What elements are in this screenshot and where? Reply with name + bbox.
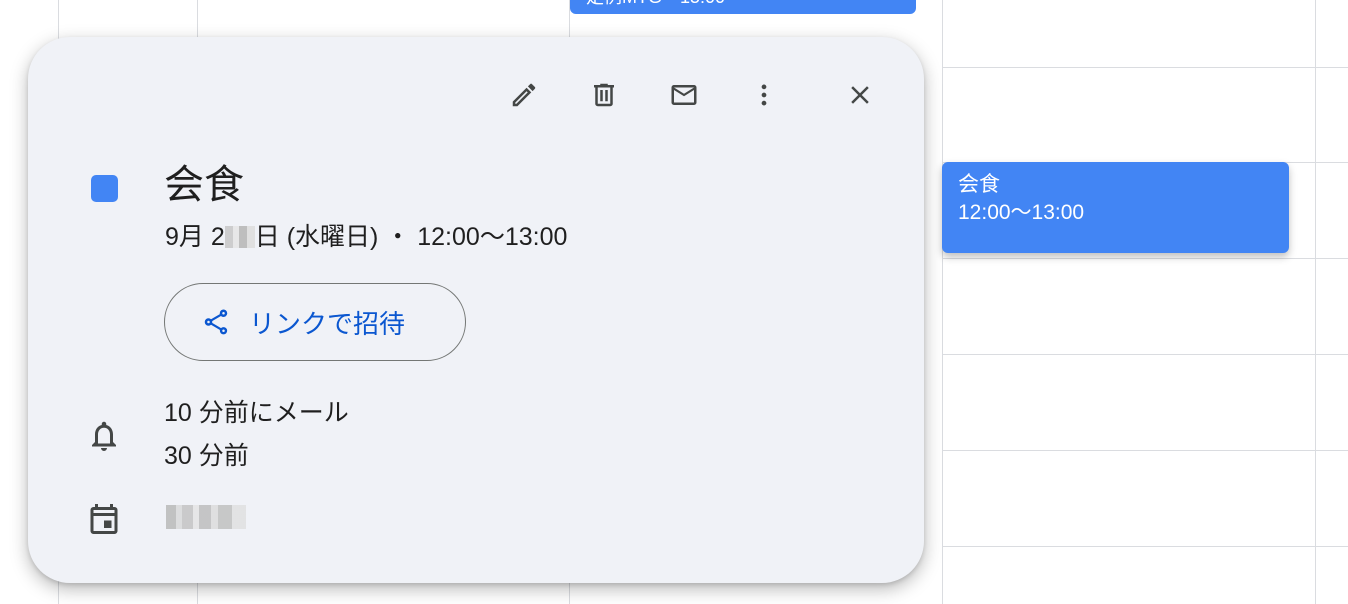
calendar-event[interactable]: 会食 12:00〜13:00 (942, 162, 1289, 253)
grid-divider (942, 0, 943, 604)
trash-icon (594, 83, 614, 107)
redacted-date (224, 226, 255, 248)
pencil-icon (512, 83, 536, 107)
calendar-event-title: 会食 (958, 173, 1000, 196)
calendar-icon (86, 501, 122, 537)
more-options-button[interactable] (744, 75, 784, 115)
notifications-list: 10 分前にメール 30 分前 (164, 392, 349, 478)
bell-icon (86, 418, 122, 454)
mail-icon (671, 85, 697, 105)
share-icon (204, 309, 228, 335)
grid-divider (1315, 0, 1316, 604)
grid-divider (943, 354, 1348, 355)
close-icon (851, 86, 869, 104)
event-date-weekday-time: 日 (水曜日) ・ 12:00〜13:00 (254, 223, 568, 251)
close-button[interactable] (840, 75, 880, 115)
grid-divider (943, 258, 1348, 259)
event-title: 会食 (164, 163, 244, 207)
grid-divider (943, 450, 1348, 451)
notification-item: 10 分前にメール (164, 399, 349, 427)
more-vert-icon (761, 84, 767, 106)
email-guests-button[interactable] (664, 75, 704, 115)
redacted-calendar-name (166, 505, 246, 529)
grid-divider (943, 546, 1348, 547)
calendar-event-time: 12:00〜13:00 (958, 201, 1085, 224)
notification-item: 30 分前 (164, 442, 249, 470)
delete-button[interactable] (584, 75, 624, 115)
invite-button-label: リンクで招待 (249, 308, 406, 339)
edit-button[interactable] (504, 75, 544, 115)
event-date-month-day: 9月 2 (165, 223, 225, 251)
grid-divider (943, 67, 1348, 68)
event-details-popover: 会食 9月 2 日 (水曜日) ・ 12:00〜13:00 リンクで招待 10 分… (28, 37, 924, 583)
event-datetime: 9月 2 日 (水曜日) ・ 12:00〜13:00 (165, 220, 567, 254)
event-color-indicator (91, 175, 118, 202)
calendar-event-top[interactable]: 定例MTG・15:00 (570, 0, 916, 14)
invite-via-link-button[interactable]: リンクで招待 (164, 283, 466, 361)
